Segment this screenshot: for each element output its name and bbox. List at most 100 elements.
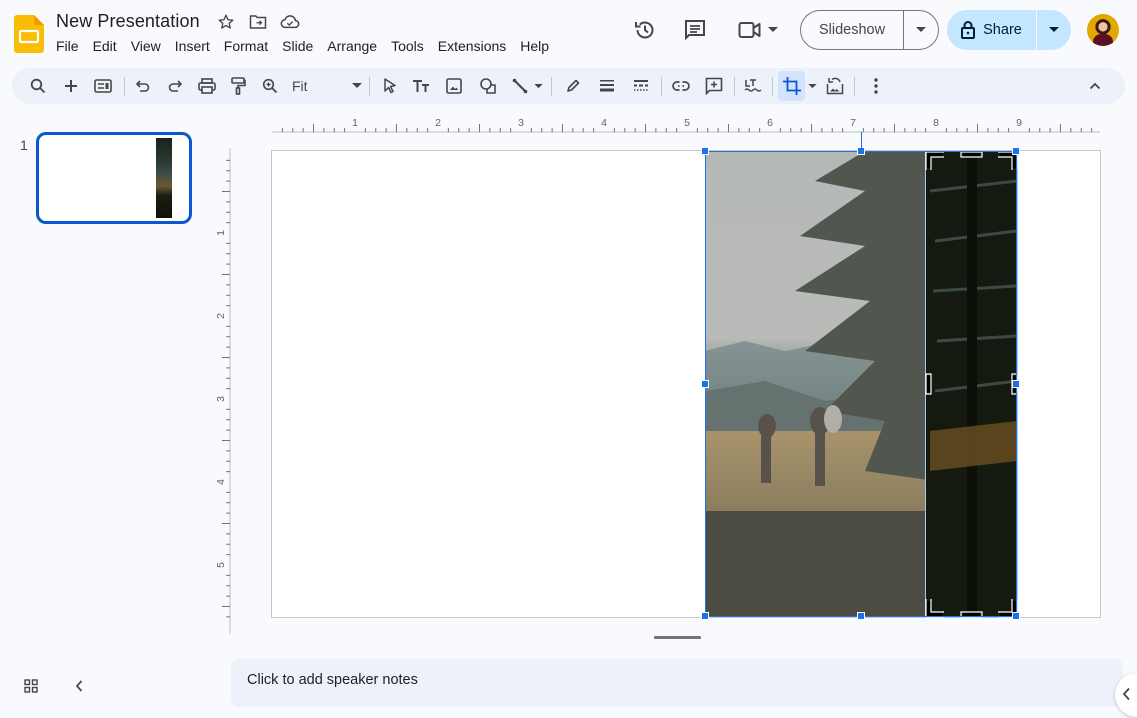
layout-icon[interactable] [90, 73, 116, 99]
resize-handle-bottom-left[interactable] [701, 612, 709, 620]
rotate-handle-line[interactable] [861, 132, 862, 151]
comments-icon[interactable] [682, 17, 708, 43]
image-selection-frame [701, 147, 1020, 620]
menu-file[interactable]: File [56, 37, 79, 55]
add-comment-icon[interactable] [701, 73, 727, 99]
share-button[interactable]: Share [947, 10, 1071, 50]
toolbar: Fit [12, 68, 1125, 104]
thumbnail-image [156, 138, 172, 218]
border-dash-icon[interactable] [628, 73, 654, 99]
menu-view[interactable]: View [131, 37, 161, 55]
toolbar-divider [551, 77, 552, 96]
collapse-toolbar-icon[interactable] [1082, 73, 1108, 99]
toolbar-divider [369, 77, 370, 96]
ruler-label: 3 [216, 396, 227, 402]
resize-handle-left[interactable] [701, 380, 709, 388]
resize-handle-top-right[interactable] [1012, 147, 1020, 155]
menu-format[interactable]: Format [224, 37, 268, 55]
ruler-label: 4 [216, 479, 227, 485]
lock-icon [961, 21, 976, 39]
grid-view-icon[interactable] [20, 675, 42, 697]
meet-button[interactable] [736, 17, 780, 43]
resize-handle-bottom-right[interactable] [1012, 612, 1020, 620]
select-icon[interactable] [377, 73, 403, 99]
speaker-notes[interactable]: Click to add speaker notes [231, 659, 1123, 707]
paint-format-icon[interactable] [225, 73, 251, 99]
slide-thumbnail[interactable] [36, 132, 192, 224]
redo-icon[interactable] [162, 73, 188, 99]
undo-icon[interactable] [130, 73, 156, 99]
ruler-label: 6 [767, 117, 773, 129]
menu-edit[interactable]: Edit [93, 37, 117, 55]
star-icon[interactable] [216, 12, 236, 32]
resize-handle-top-left[interactable] [701, 147, 709, 155]
alt-text-icon[interactable] [740, 73, 766, 99]
search-menus-icon[interactable] [25, 73, 51, 99]
ruler-label: 3 [518, 117, 524, 129]
document-title[interactable]: New Presentation [56, 11, 200, 32]
text-box-icon[interactable] [408, 73, 434, 99]
menu-insert[interactable]: Insert [175, 37, 210, 55]
move-to-folder-icon[interactable] [248, 12, 268, 32]
new-slide-icon[interactable] [58, 73, 84, 99]
ruler-label: 8 [933, 117, 939, 129]
horizontal-ruler[interactable]: 1 2 3 4 5 6 7 8 9 [230, 114, 1100, 134]
notes-resize-handle[interactable] [654, 636, 701, 639]
toolbar-divider [124, 77, 125, 96]
crop-icon[interactable] [778, 71, 805, 101]
ruler-label: 5 [216, 562, 227, 568]
version-history-icon[interactable] [632, 17, 658, 43]
menu-slide[interactable]: Slide [282, 37, 313, 55]
dropdown-arrow-icon [807, 83, 817, 88]
share-dropdown[interactable] [1037, 10, 1071, 50]
slideshow-button[interactable]: Slideshow [800, 10, 939, 50]
ruler-label: 5 [684, 117, 690, 129]
border-color-icon[interactable] [560, 73, 586, 99]
video-camera-icon [738, 22, 761, 38]
ruler-label: 7 [850, 117, 856, 129]
shape-icon[interactable] [475, 73, 501, 99]
slides-logo[interactable] [14, 15, 44, 53]
ruler-label: 2 [435, 117, 441, 129]
dropdown-arrow-icon [352, 83, 362, 88]
ruler-label: 2 [216, 313, 227, 319]
toolbar-divider [661, 77, 662, 96]
share-label: Share [983, 22, 1022, 38]
zoom-select[interactable]: Fit [292, 73, 362, 99]
insert-link-icon[interactable] [668, 73, 694, 99]
menu-arrange[interactable]: Arrange [327, 37, 377, 55]
account-avatar[interactable] [1087, 14, 1119, 46]
resize-handle-right[interactable] [1012, 380, 1020, 388]
resize-handle-bottom[interactable] [857, 612, 865, 620]
border-weight-icon[interactable] [594, 73, 620, 99]
menu-bar: File Edit View Insert Format Slide Arran… [56, 37, 563, 55]
line-icon [512, 78, 527, 94]
dropdown-arrow-icon [916, 27, 926, 32]
ruler-label: 4 [601, 117, 607, 129]
slide-number: 1 [20, 137, 28, 153]
insert-image-icon[interactable] [441, 73, 467, 99]
dropdown-arrow-icon [533, 83, 543, 88]
speaker-notes-placeholder: Click to add speaker notes [247, 672, 418, 688]
dropdown-arrow-icon [768, 27, 778, 32]
menu-tools[interactable]: Tools [391, 37, 424, 55]
more-options-icon[interactable] [863, 73, 889, 99]
slideshow-label[interactable]: Slideshow [801, 11, 904, 49]
vertical-ruler[interactable]: 1 2 3 4 5 [216, 148, 232, 634]
cloud-saved-icon[interactable] [280, 12, 300, 32]
menu-extensions[interactable]: Extensions [438, 37, 506, 55]
print-icon[interactable] [194, 73, 220, 99]
share-main[interactable]: Share [947, 10, 1037, 50]
toolbar-divider [772, 77, 773, 96]
zoom-icon[interactable] [257, 73, 283, 99]
ruler-label: 1 [216, 230, 227, 236]
ruler-label: 9 [1016, 117, 1022, 129]
slideshow-dropdown[interactable] [904, 11, 938, 49]
ruler-label: 1 [352, 117, 358, 129]
crop-options-dropdown[interactable] [806, 73, 818, 99]
toolbar-divider [854, 77, 855, 96]
menu-help[interactable]: Help [520, 37, 549, 55]
line-tool[interactable] [507, 73, 547, 99]
collapse-filmstrip-icon[interactable] [68, 675, 90, 697]
reset-image-icon[interactable] [822, 73, 848, 99]
